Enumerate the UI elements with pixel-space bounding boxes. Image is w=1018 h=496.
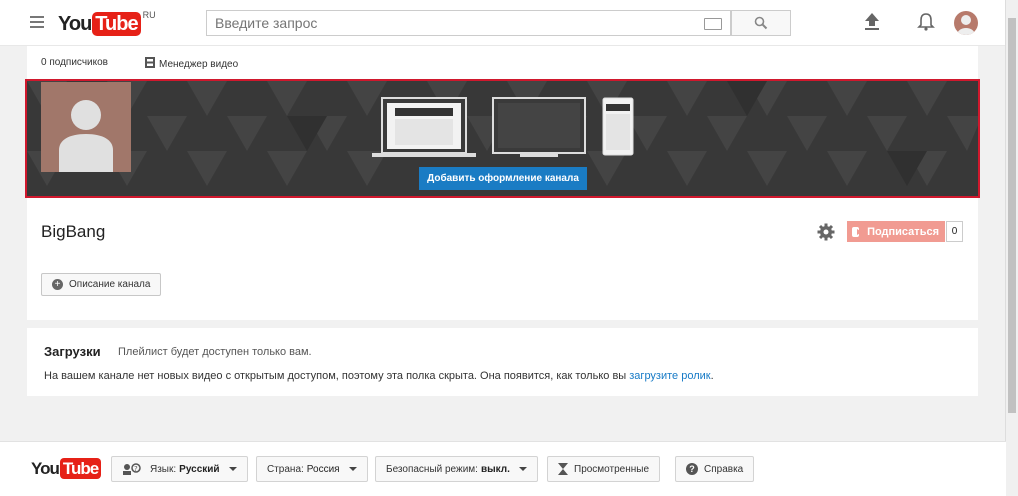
user-silhouette-icon	[957, 15, 975, 35]
scrollbar-thumb[interactable]	[1008, 18, 1016, 413]
subscribe-button[interactable]: Подписаться	[847, 221, 945, 242]
language-picker[interactable]: ? Язык: Русский	[111, 456, 248, 482]
uploads-title[interactable]: Загрузки	[44, 344, 101, 359]
subscribe-label: Подписаться	[867, 225, 939, 238]
channel-subbar: 0 подписчиков Менеджер видео	[27, 46, 978, 80]
channel-banner[interactable]: Добавить оформление канала	[25, 79, 980, 198]
channel-description-button[interactable]: + Описание канала	[41, 273, 161, 296]
chevron-down-icon	[228, 467, 237, 471]
hamburger-icon[interactable]	[30, 16, 44, 28]
language-label: Язык:	[150, 463, 177, 475]
logo-tube: Tube	[92, 12, 141, 36]
add-channel-art-button[interactable]: Добавить оформление канала	[419, 167, 587, 190]
tv-icon	[492, 97, 586, 157]
uploads-empty-message: На вашем канале нет новых видео с открыт…	[44, 370, 714, 382]
channel-description-label: Описание канала	[69, 279, 151, 290]
user-silhouette-icon	[59, 100, 113, 172]
avatar[interactable]	[954, 11, 978, 35]
youtube-logo[interactable]: You Tube RU	[58, 10, 156, 36]
video-manager-label: Менеджер видео	[159, 59, 239, 70]
search-icon	[754, 16, 768, 30]
film-icon	[145, 57, 155, 68]
logo-you: You	[58, 12, 92, 35]
gear-icon[interactable]	[817, 223, 835, 241]
search-input[interactable]	[207, 11, 703, 35]
keyboard-icon[interactable]	[704, 18, 722, 30]
uploads-message-end: .	[710, 370, 714, 382]
footer-logo-tube: Tube	[59, 458, 102, 479]
video-manager-link[interactable]: Менеджер видео	[145, 57, 238, 70]
country-label: Страна:	[267, 463, 304, 475]
footer: You Tube ? Язык: Русский Страна: Россия Бе…	[0, 441, 1006, 496]
language-icon: ?	[123, 463, 141, 475]
search-box	[206, 10, 731, 36]
upload-icon[interactable]	[863, 11, 881, 33]
phone-icon	[602, 97, 634, 156]
uploads-message-text: На вашем канале нет новых видео с открыт…	[44, 370, 627, 382]
upload-video-link[interactable]: загрузите ролик	[629, 370, 710, 382]
footer-youtube-logo[interactable]: You Tube	[31, 458, 102, 479]
logo-region: RU	[142, 10, 156, 20]
help-button[interactable]: ? Справка	[675, 456, 755, 482]
chevron-down-icon	[518, 467, 527, 471]
uploads-privacy-note: Плейлист будет доступен только вам.	[118, 346, 312, 358]
masthead: You Tube RU	[0, 0, 1006, 46]
country-value: Россия	[306, 463, 340, 475]
history-label: Просмотренные	[574, 463, 650, 475]
safety-mode-label: Безопасный режим:	[386, 463, 478, 475]
svg-text:?: ?	[134, 465, 138, 473]
safety-mode-picker[interactable]: Безопасный режим: выкл.	[375, 456, 538, 482]
youtube-play-icon	[852, 226, 863, 237]
channel-name: BigBang	[41, 222, 106, 241]
uploads-shelf: Загрузки Плейлист будет доступен только …	[27, 328, 978, 396]
footer-logo-you: You	[31, 458, 60, 478]
search-button[interactable]	[731, 10, 791, 36]
plus-circle-icon: +	[52, 279, 63, 290]
safety-mode-value: выкл.	[480, 463, 510, 475]
hourglass-icon	[558, 463, 568, 475]
language-value: Русский	[179, 463, 220, 475]
country-picker[interactable]: Страна: Россия	[256, 456, 368, 482]
history-button[interactable]: Просмотренные	[547, 456, 661, 482]
bell-icon[interactable]	[917, 11, 935, 33]
subscriber-count-text: 0 подписчиков	[41, 57, 108, 68]
chevron-down-icon	[348, 467, 357, 471]
channel-avatar[interactable]	[41, 82, 131, 172]
laptop-icon	[372, 97, 476, 157]
subscriber-count-badge: 0	[946, 221, 963, 242]
channel-header: BigBang Подписаться 0 + Описание канала	[27, 198, 978, 320]
scrollbar[interactable]	[1005, 0, 1018, 495]
help-icon: ?	[686, 463, 698, 475]
help-label: Справка	[704, 463, 744, 475]
